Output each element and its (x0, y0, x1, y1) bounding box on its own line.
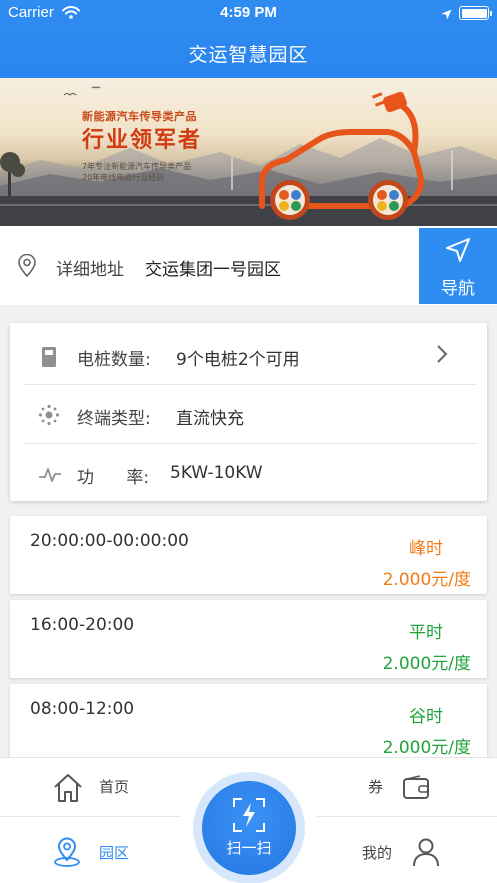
home-icon (54, 774, 82, 802)
power-label: 功 率: (77, 468, 150, 488)
price-rate: 2.000元/度 (382, 654, 471, 674)
pile-count-value: 9个电桩2个可用 (176, 350, 300, 370)
tab-home-label: 首页 (99, 778, 130, 796)
pile-count-row[interactable]: 电桩数量: 9个电桩2个可用 (10, 325, 487, 384)
price-time: 16:00-20:00 (30, 615, 135, 635)
scan-button-label: 扫一扫 (226, 839, 272, 857)
chevron-right-icon (436, 344, 448, 368)
park-location-icon (54, 837, 80, 867)
price-type: 峰时 (409, 539, 443, 559)
terminal-icon (38, 404, 60, 430)
tab-home[interactable]: 首页 (52, 772, 152, 806)
terminal-type-row: 终端类型: 直流快充 (10, 384, 487, 443)
banner-illustration (0, 86, 497, 226)
power-value: 5KW-10KW (170, 463, 263, 483)
page-title: 交运智慧园区 (188, 44, 309, 66)
address-label: 详细地址 (56, 260, 124, 280)
power-wave-icon (38, 465, 62, 487)
scan-charge-icon (233, 798, 265, 832)
location-pin-icon (17, 253, 37, 282)
banner-headline: 行业领军者 (82, 128, 203, 153)
address-row: 详细地址 交运集团一号园区 导航 (0, 226, 497, 305)
price-type: 谷时 (409, 707, 443, 727)
banner-line-1: 7年专注新能源汽车传导类产品 (82, 162, 192, 171)
banner-line-2: 20年电线电缆行业经验 (82, 173, 165, 182)
navigation-button[interactable]: 导航 (419, 228, 497, 304)
tab-coupon-label: 券 (368, 778, 384, 796)
navigation-button-label: 导航 (441, 279, 475, 299)
status-bar: Carrier 4:59 PM (0, 0, 497, 26)
price-card-valley: 08:00-12:00 谷时 2.000元/度 (10, 684, 487, 762)
promo-banner[interactable]: 新能源汽车传导类产品 行业领军者 7年专注新能源汽车传导类产品 20年电线电缆行… (0, 78, 497, 226)
navigation-arrow-icon (446, 238, 470, 262)
user-icon (413, 838, 439, 867)
battery-icon (459, 6, 492, 20)
station-info-card: 电桩数量: 9个电桩2个可用 终端类型: 直流快充 功 率: 5KW-10KW (10, 323, 487, 501)
bottom-tab-bar: 首页 券 园区 我的 扫一扫 (0, 757, 497, 883)
pile-count-label: 电桩数量: (77, 350, 151, 370)
tab-coupon[interactable]: 券 (368, 772, 468, 806)
tab-park-label: 园区 (99, 844, 130, 862)
wallet-icon (403, 775, 429, 799)
tab-park[interactable]: 园区 (52, 836, 152, 870)
address-value: 交运集团一号园区 (145, 260, 281, 280)
terminal-type-label: 终端类型: (77, 409, 151, 429)
price-time: 20:00:00-00:00:00 (30, 531, 189, 551)
charging-pile-icon (41, 346, 57, 372)
app-header: Carrier 4:59 PM 交运智慧园区 (0, 0, 497, 78)
price-rate: 2.000元/度 (382, 570, 471, 590)
price-time: 08:00-12:00 (30, 699, 135, 719)
price-card-peak: 20:00:00-00:00:00 峰时 2.000元/度 (10, 516, 487, 594)
tab-mine-label: 我的 (362, 844, 393, 862)
price-rate: 2.000元/度 (382, 738, 471, 758)
scan-button[interactable]: 扫一扫 (202, 781, 296, 875)
power-row: 功 率: 5KW-10KW (10, 443, 487, 502)
status-time: 4:59 PM (220, 4, 277, 21)
location-arrow-icon (441, 6, 452, 24)
price-type: 平时 (409, 623, 443, 643)
tab-mine[interactable]: 我的 (362, 836, 462, 870)
price-card-flat: 16:00-20:00 平时 2.000元/度 (10, 600, 487, 678)
terminal-type-value: 直流快充 (176, 409, 244, 429)
